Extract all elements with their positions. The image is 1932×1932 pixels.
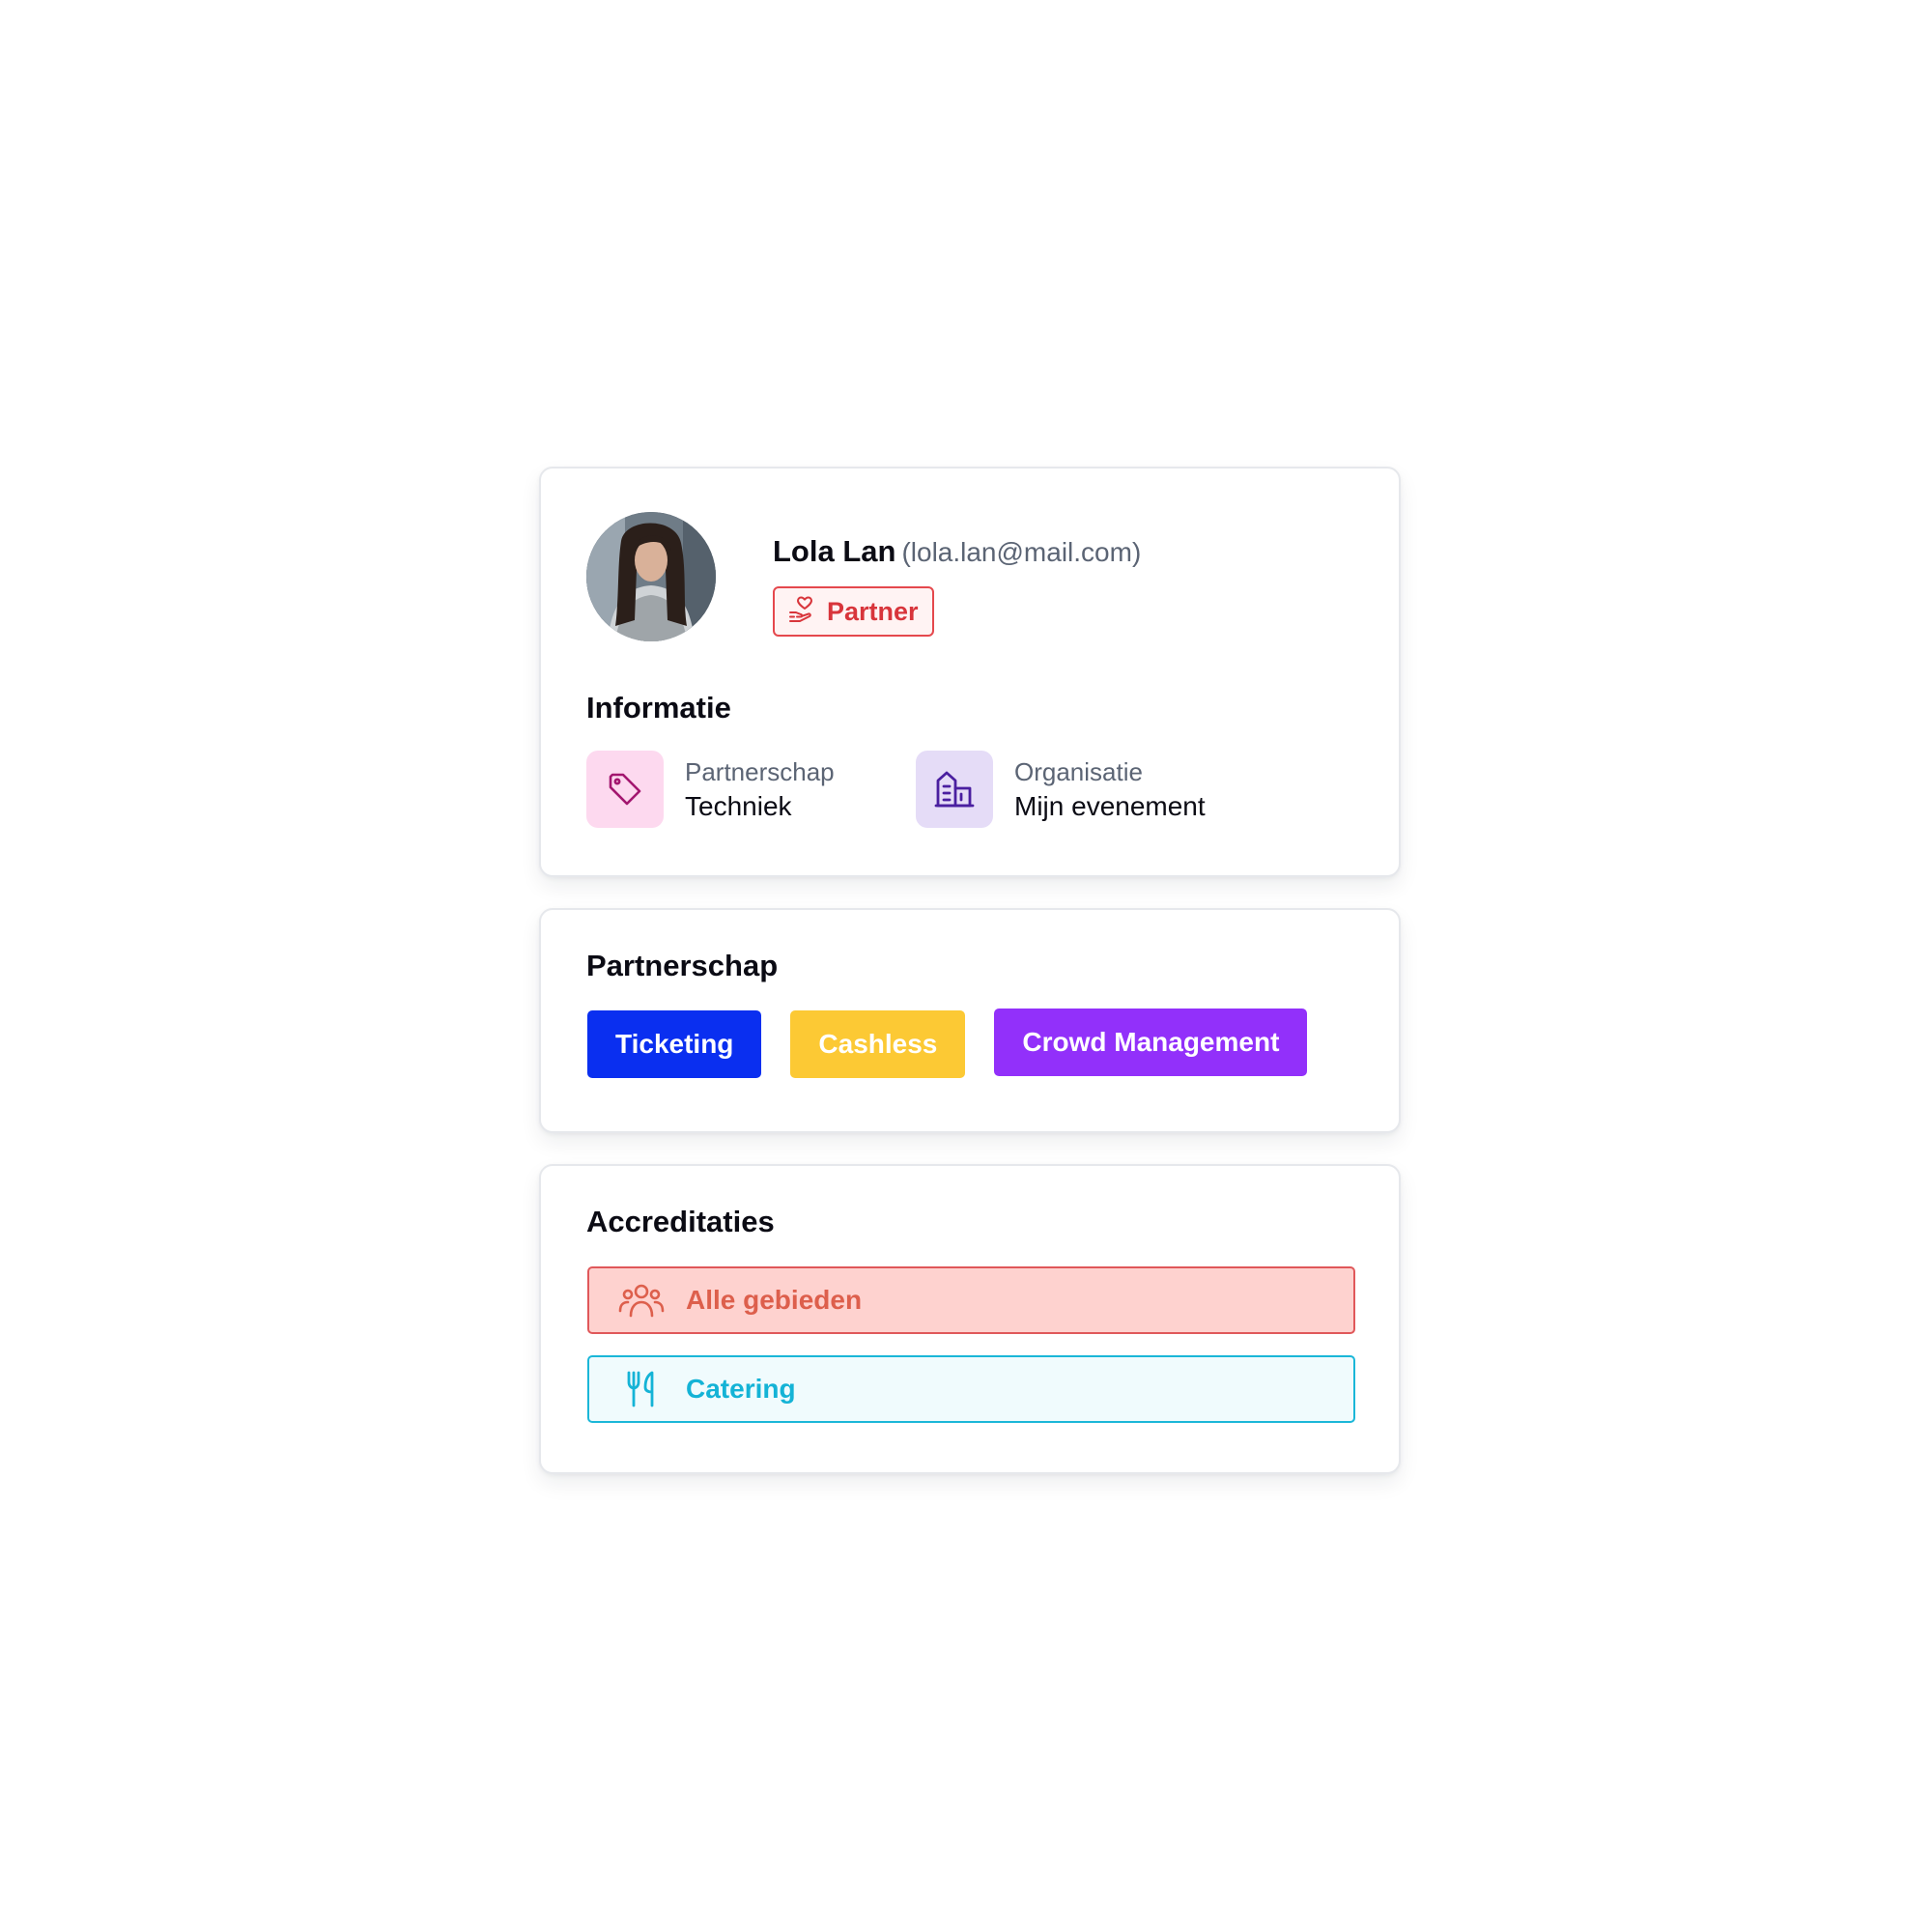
avatar [586,512,716,641]
user-email: (lola.lan@mail.com) [901,537,1142,567]
profile-card: Lola Lan (lola.lan@mail.com) Partner Info… [539,467,1401,877]
info-value: Mijn evenement [1014,790,1206,821]
accreditation-all-areas[interactable]: Alle gebieden [587,1266,1355,1334]
tag-icon [586,751,664,828]
partnership-card: Partnerschap Ticketing Cashless Crowd Ma… [539,908,1401,1133]
heart-hand-icon [788,595,817,629]
accreditation-label: Alle gebieden [686,1285,863,1315]
users-icon [612,1282,670,1319]
chip-crowd-management[interactable]: Crowd Management [994,1009,1308,1076]
partnership-section-title: Partnerschap [586,949,779,982]
info-section-title: Informatie [586,691,731,724]
accreditation-catering[interactable]: Catering [587,1355,1355,1423]
partnership-chips: Ticketing Cashless Crowd Management [587,1009,1308,1078]
chip-ticketing[interactable]: Ticketing [587,1010,762,1078]
info-label: Organisatie [1014,756,1143,786]
user-identity: Lola Lan (lola.lan@mail.com) [773,534,1141,569]
info-value: Techniek [685,790,792,821]
info-item-organisation: Organisatie Mijn evenement [916,751,1206,828]
accreditations-card: Accreditaties Alle gebieden Catering [539,1164,1401,1474]
fork-knife-icon [612,1370,670,1408]
user-name: Lola Lan [773,534,896,568]
accreditations-section-title: Accreditaties [586,1205,775,1238]
role-badge: Partner [773,586,934,637]
accreditation-label: Catering [686,1374,796,1404]
role-badge-label: Partner [827,596,919,626]
building-icon [916,751,993,828]
info-label: Partnerschap [685,756,835,786]
chip-cashless[interactable]: Cashless [790,1010,966,1078]
info-item-partnership: Partnerschap Techniek [586,751,835,828]
